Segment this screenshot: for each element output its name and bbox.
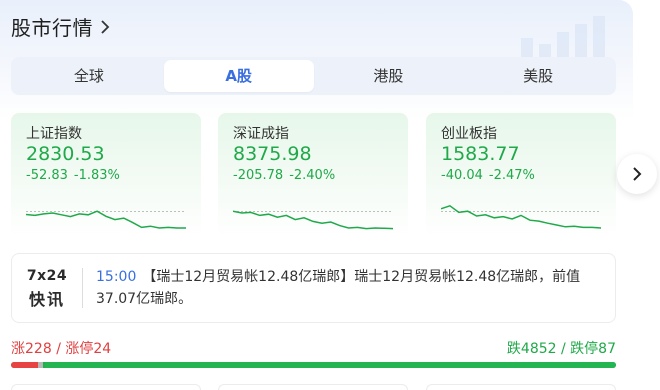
index-card-shanghai[interactable]: 上证指数 2830.53 -52.83 -1.83% <box>11 113 201 238</box>
tab-global[interactable]: 全球 <box>14 60 164 92</box>
index-change: -52.83 -1.83% <box>26 168 120 183</box>
news-time: 15:00 <box>96 269 137 285</box>
decliners-summary: 跌4852 / 跌停87 <box>507 338 616 358</box>
peek-card <box>426 384 616 390</box>
index-value: 1583.77 <box>441 143 520 165</box>
index-value: 2830.53 <box>26 143 105 165</box>
peek-card <box>11 384 201 390</box>
index-value: 8375.98 <box>233 143 312 165</box>
index-change-percent: -1.83% <box>73 168 120 183</box>
breadth-ratio-bar <box>11 362 616 368</box>
news-headline: 【瑞士12月贸易帐12.48亿瑞郎】瑞士12月贸易帐12.48亿瑞郎，前值37.… <box>96 269 581 307</box>
index-name: 创业板指 <box>441 126 497 142</box>
news-flash-card: 7x24 快讯 15:00 【瑞士12月贸易帐12.48亿瑞郎】瑞士12月贸易帐1… <box>11 253 616 323</box>
next-indices-button[interactable] <box>617 154 657 194</box>
advancers-bar <box>11 362 38 368</box>
index-sparkline <box>26 210 186 229</box>
chevron-right-icon <box>633 167 642 181</box>
index-change-percent: -2.47% <box>488 168 535 183</box>
breadth-separator: / <box>561 341 571 357</box>
unchanged-bar <box>37 362 43 368</box>
index-card-chinext[interactable]: 创业板指 1583.77 -40.04 -2.47% <box>426 113 616 238</box>
tab-us-stocks[interactable]: 美股 <box>463 60 613 92</box>
index-change-points: -205.78 <box>233 168 284 183</box>
index-change-percent: -2.40% <box>289 168 336 183</box>
news-flash-item[interactable]: 15:00 【瑞士12月贸易帐12.48亿瑞郎】瑞士12月贸易帐12.48亿瑞郎，… <box>96 266 606 310</box>
index-change: -40.04 -2.47% <box>441 168 535 183</box>
decliners-count: 跌4852 <box>506 341 557 357</box>
tab-a-shares[interactable]: A股 <box>163 60 314 92</box>
advancers-count: 涨228 <box>11 341 52 357</box>
index-change-points: -52.83 <box>26 168 68 183</box>
limit-down-count: 跌停87 <box>570 341 616 357</box>
tab-hong-kong[interactable]: 港股 <box>314 60 464 92</box>
market-tabs: 全球 A股 港股 美股 <box>11 57 616 95</box>
next-section-peek <box>11 384 616 390</box>
index-name: 深证成指 <box>233 126 289 142</box>
decorative-bar-chart-icon <box>521 16 605 62</box>
index-change: -205.78 -2.40% <box>233 168 335 183</box>
sparkline-line <box>233 210 393 230</box>
sparkline-line <box>26 210 186 229</box>
index-name: 上证指数 <box>26 126 82 142</box>
peek-card <box>218 384 408 390</box>
index-change-points: -40.04 <box>441 168 483 183</box>
news-badge-top: 7x24 <box>26 268 68 284</box>
decliners-bar <box>44 362 616 368</box>
advancers-summary: 涨228 / 涨停24 <box>11 338 111 358</box>
limit-up-count: 涨停24 <box>65 341 112 357</box>
index-card-shenzhen[interactable]: 深证成指 8375.98 -205.78 -2.40% <box>218 113 408 238</box>
news-flash-badge: 7x24 快讯 <box>26 268 68 310</box>
index-sparkline <box>233 210 393 230</box>
chevron-right-icon <box>101 19 110 34</box>
breadth-separator: / <box>56 341 66 357</box>
index-sparkline <box>441 204 601 229</box>
index-cards: 上证指数 2830.53 -52.83 -1.83% 深证成指 8375.98 -… <box>11 113 616 238</box>
stock-market-card: 股市行情 全球 A股 港股 美股 上证指数 2830.53 -52.83 -1.8… <box>0 0 633 390</box>
page-title: 股市行情 <box>11 16 93 40</box>
divider <box>82 268 83 308</box>
news-badge-bottom: 快讯 <box>28 290 65 309</box>
sparkline-line <box>441 204 601 229</box>
market-title-link[interactable]: 股市行情 <box>11 12 111 41</box>
